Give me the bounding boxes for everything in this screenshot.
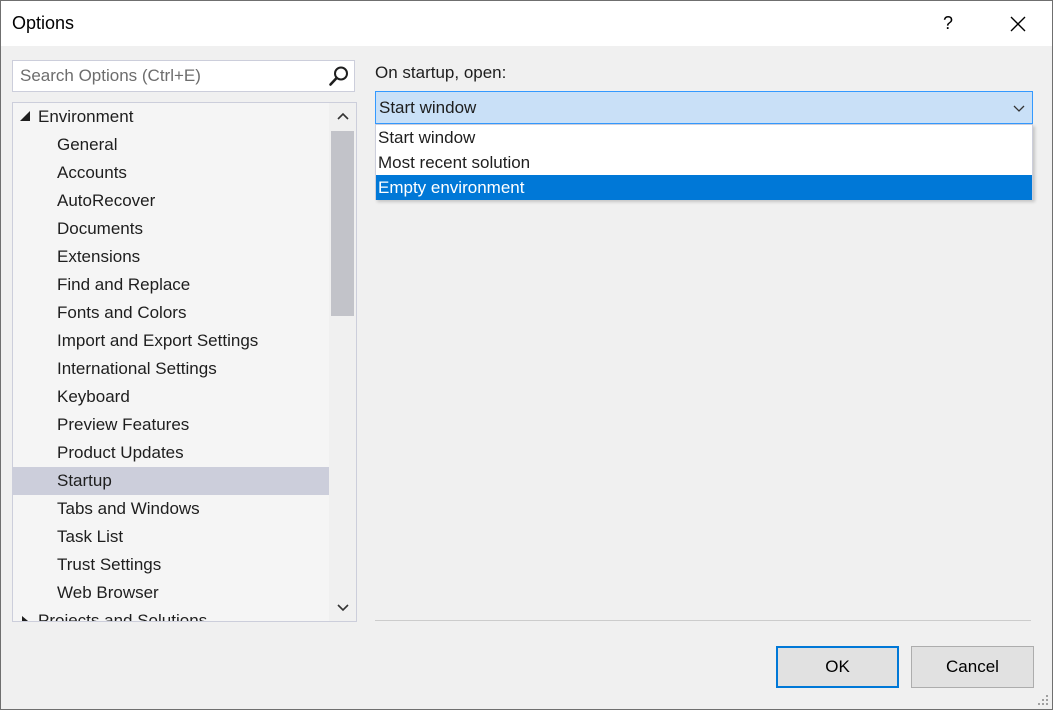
tree-node-projects-and-solutions[interactable]: Projects and Solutions xyxy=(13,607,329,622)
ok-button[interactable]: OK xyxy=(776,646,899,688)
title-bar: Options ? xyxy=(1,1,1052,46)
tree-item-startup[interactable]: Startup xyxy=(13,467,329,495)
dropdown-option-most-recent-solution[interactable]: Most recent solution xyxy=(376,150,1032,175)
on-startup-label: On startup, open: xyxy=(375,63,507,82)
scroll-up-button[interactable] xyxy=(329,103,356,129)
dropdown-option-empty-environment[interactable]: Empty environment xyxy=(376,175,1032,200)
collapsed-triangle-icon[interactable] xyxy=(22,616,28,621)
startup-combobox[interactable]: Start window xyxy=(375,91,1033,124)
tree-item-trust-settings[interactable]: Trust Settings xyxy=(13,551,329,579)
resize-grip-icon[interactable] xyxy=(1037,694,1049,706)
tree-item-extensions[interactable]: Extensions xyxy=(13,243,329,271)
tree-item-preview-features[interactable]: Preview Features xyxy=(13,411,329,439)
tree-item-web-browser[interactable]: Web Browser xyxy=(13,579,329,607)
startup-dropdown-list: Start window Most recent solution Empty en… xyxy=(375,124,1033,200)
tree-item-label: Startup xyxy=(57,471,112,490)
tree-item-label: AutoRecover xyxy=(57,191,156,210)
tree-item-task-list[interactable]: Task List xyxy=(13,523,329,551)
tree-item-documents[interactable]: Documents xyxy=(13,215,329,243)
cancel-button[interactable]: Cancel xyxy=(911,646,1034,688)
tree-node-environment[interactable]: Environment xyxy=(13,103,329,131)
tree-node-label: Projects and Solutions xyxy=(38,611,208,622)
chevron-up-icon xyxy=(336,112,349,120)
tree-item-label: Accounts xyxy=(57,163,127,182)
tree-item-label: Tabs and Windows xyxy=(57,499,200,518)
help-button[interactable]: ? xyxy=(925,1,971,46)
tree-item-label: Preview Features xyxy=(57,415,190,434)
tree-item-label: Find and Replace xyxy=(57,275,191,294)
tree-item-label: Fonts and Colors xyxy=(57,303,187,322)
dropdown-option-start-window[interactable]: Start window xyxy=(376,125,1032,150)
tree-item-label: Documents xyxy=(57,219,143,238)
scroll-thumb[interactable] xyxy=(331,131,354,316)
chevron-down-icon xyxy=(336,604,349,612)
tree-item-label: Web Browser xyxy=(57,583,159,602)
search-icon[interactable] xyxy=(328,65,350,87)
tree-item-label: Trust Settings xyxy=(57,555,162,574)
tree-item-label: Product Updates xyxy=(57,443,184,462)
tree-item-autorecover[interactable]: AutoRecover xyxy=(13,187,329,215)
tree-item-label: General xyxy=(57,135,118,154)
tree-item-general[interactable]: General xyxy=(13,131,329,159)
combobox-value: Start window xyxy=(379,98,477,117)
close-icon xyxy=(1010,16,1026,31)
tree-item-label: Extensions xyxy=(57,247,141,266)
tree-item-product-updates[interactable]: Product Updates xyxy=(13,439,329,467)
dialog-title: Options xyxy=(12,13,75,33)
scroll-down-button[interactable] xyxy=(329,595,356,621)
tree-item-tabs-and-windows[interactable]: Tabs and Windows xyxy=(13,495,329,523)
tree-item-keyboard[interactable]: Keyboard xyxy=(13,383,329,411)
tree-item-label: Keyboard xyxy=(57,387,130,406)
tree-scrollbar[interactable] xyxy=(329,103,356,621)
close-button[interactable] xyxy=(995,1,1041,46)
tree-item-label: Task List xyxy=(57,527,124,546)
search-input[interactable] xyxy=(13,61,330,91)
tree-node-label: Environment xyxy=(38,107,134,126)
tree-item-fonts-and-colors[interactable]: Fonts and Colors xyxy=(13,299,329,327)
tree-item-accounts[interactable]: Accounts xyxy=(13,159,329,187)
tree-item-find-and-replace[interactable]: Find and Replace xyxy=(13,271,329,299)
options-tree: Environment General Accounts AutoRecover Do… xyxy=(12,102,357,622)
tree-list: Environment General Accounts AutoRecover Do… xyxy=(13,103,329,622)
tree-item-label: International Settings xyxy=(57,359,217,378)
tree-item-import-and-export-settings[interactable]: Import and Export Settings xyxy=(13,327,329,355)
options-dialog: Options ? Environment General Accounts Aut… xyxy=(0,0,1053,710)
tree-item-label: Import and Export Settings xyxy=(57,331,259,350)
search-options-box[interactable] xyxy=(12,60,355,92)
chevron-down-icon[interactable] xyxy=(1012,101,1026,115)
separator xyxy=(375,620,1031,621)
tree-item-international-settings[interactable]: International Settings xyxy=(13,355,329,383)
expanded-triangle-icon[interactable] xyxy=(20,111,30,121)
